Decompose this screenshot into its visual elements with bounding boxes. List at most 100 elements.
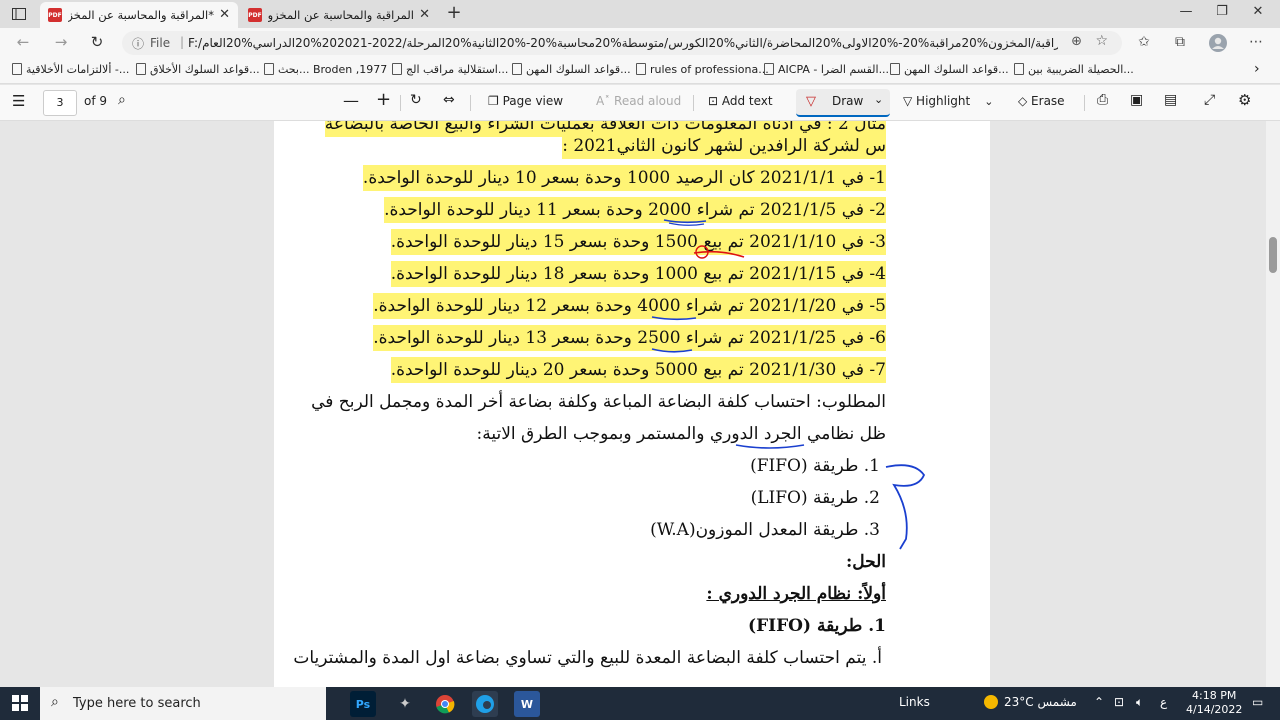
rotate-icon[interactable]: ↻ (410, 92, 422, 108)
read-aloud-button[interactable]: A˟ Read aloud (596, 94, 681, 108)
zoom-out-icon[interactable]: — (343, 91, 359, 110)
page-number-input[interactable]: 3 (43, 90, 77, 116)
chevron-up-icon[interactable]: ⌃ (1094, 695, 1104, 709)
zoom-in-icon[interactable]: + (376, 89, 391, 110)
print-icon[interactable]: ⎙ (1097, 92, 1108, 108)
url-scheme-label: File (150, 36, 171, 50)
date: 4/14/2022 (1186, 703, 1243, 716)
page-icon (636, 63, 646, 75)
vertical-scrollbar[interactable] (1266, 121, 1280, 687)
maximize-icon[interactable]: ❐ (1212, 4, 1232, 24)
tab-active-document[interactable]: PDF *المراقبة والمحاسبة عن المخزون ال.. … (40, 2, 238, 28)
bookmark-item[interactable]: rules of professiona... (636, 63, 769, 76)
add-text-icon: ⊡ (708, 94, 722, 108)
highlight-label: Highlight (916, 94, 971, 108)
minimize-icon[interactable]: — (1176, 4, 1196, 24)
bookmark-item[interactable]: استقلالية مراقب الج... (392, 63, 508, 76)
clock[interactable]: 4:18 PM 4/14/2022 (1186, 689, 1242, 717)
fit-width-icon[interactable]: ⇔ (443, 92, 455, 108)
back-arrow-icon[interactable]: ← (12, 33, 34, 53)
app-icon[interactable]: ✦ (392, 691, 418, 717)
taskbar-search-box[interactable]: ⌕ Type here to search (40, 687, 326, 720)
windows-start-icon[interactable] (12, 695, 28, 711)
tab-actions-icon[interactable] (8, 4, 30, 24)
info-icon[interactable]: ⓘ (132, 35, 144, 52)
contents-menu-icon[interactable]: ☰ (12, 92, 25, 110)
page-count: of 9 (84, 94, 108, 108)
pdf-icon: PDF (248, 8, 262, 22)
highlighter-icon: ▽ (903, 94, 917, 108)
chevron-down-icon[interactable]: ⌄ (874, 93, 883, 106)
settings-gear-icon[interactable]: ⚙ (1238, 91, 1251, 109)
document-viewer[interactable]: مثال 2 : في أدناه المعلومات ذات العلاقة … (0, 121, 1280, 687)
bookmark-item[interactable]: قواعد السلوك الأخلاق... (136, 63, 260, 76)
bookmark-item[interactable]: AICPA - القسم الضرا... (764, 63, 889, 76)
language-indicator[interactable]: ع (1160, 695, 1167, 709)
bookmark-item[interactable]: ألالتزامات الأخلاقية -... (12, 63, 129, 76)
favorite-star-icon[interactable]: ☆ (1095, 33, 1108, 49)
divider (693, 95, 694, 111)
refresh-icon[interactable]: ↻ (86, 33, 108, 53)
url-text[interactable]: F:/المحا...والمحا%20المراقبة/المخزون%20م… (188, 36, 1058, 50)
add-text-label: Add text (721, 94, 773, 108)
divider (400, 95, 401, 111)
new-tab-button[interactable]: + (444, 3, 464, 23)
chevron-down-icon[interactable]: ⌄ (984, 95, 993, 108)
edge-app-icon[interactable] (472, 691, 498, 717)
chrome-app-icon[interactable] (432, 691, 458, 717)
eraser-icon: ◇ (1018, 94, 1032, 108)
tab-document-2[interactable]: PDF المراقبة والمحاسبة عن المخزون ال.. ✕ (240, 2, 438, 28)
highlight-button[interactable]: ▽ Highlight ⌄ (903, 94, 993, 108)
bookmark-label: AICPA - القسم الضرا... (778, 63, 890, 76)
pdf-page[interactable]: مثال 2 : في أدناه المعلومات ذات العلاقة … (274, 121, 990, 687)
bookmark-item[interactable]: قواعد السلوك المهن... (890, 63, 1009, 76)
read-aloud-label: Read aloud (614, 94, 682, 108)
chevron-right-icon[interactable]: › (1254, 61, 1260, 77)
tab-strip: PDF *المراقبة والمحاسبة عن المخزون ال.. … (0, 0, 1280, 28)
save-icon[interactable]: ▣ (1130, 92, 1143, 108)
links-toolbar[interactable]: Links (899, 695, 930, 709)
favorites-icon[interactable]: ✩ (1134, 34, 1154, 54)
erase-button[interactable]: ◇ Erase (1018, 94, 1065, 108)
bookmarks-bar: الحصيلة الضريبية بين... قواعد السلوك الم… (0, 58, 1280, 84)
tab-title: *المراقبة والمحاسبة عن المخزون ال.. (68, 8, 214, 22)
sun-icon (984, 695, 998, 709)
close-icon[interactable]: ✕ (219, 7, 230, 22)
bookmark-item[interactable]: قواعد السلوك المهن... (512, 63, 631, 76)
ink-annotations (651, 219, 926, 550)
scrollbar-thumb[interactable] (1269, 237, 1277, 273)
pdf-icon: PDF (48, 8, 62, 22)
page-view-icon: ❐ (488, 94, 503, 108)
volume-icon[interactable]: 🔈︎ (1136, 695, 1143, 710)
bookmark-label: قواعد السلوك الأخلاق... (150, 63, 260, 76)
page-icon (512, 63, 522, 75)
profile-avatar[interactable] (1208, 34, 1228, 54)
notifications-icon[interactable]: ▭ (1252, 695, 1263, 709)
draw-button[interactable]: ▽ Draw ⌄ (796, 89, 890, 117)
add-text-button[interactable]: ⊡ Add text (708, 94, 773, 108)
weather-widget[interactable]: 23°C مشمس (984, 695, 1077, 709)
window-close-icon[interactable]: ✕ (1248, 4, 1268, 24)
zoom-icon[interactable]: ⊕ (1071, 34, 1082, 49)
tab-title: المراقبة والمحاسبة عن المخزون ال.. (268, 8, 414, 22)
page-view-button[interactable]: ❐ Page view (488, 94, 563, 108)
close-icon[interactable]: ✕ (419, 7, 430, 22)
bookmark-item[interactable]: بحث... Broden ,1977 (264, 63, 387, 76)
bookmark-item[interactable]: الحصيلة الضريبية بين... (1014, 63, 1134, 76)
photoshop-app-icon[interactable]: Ps (350, 691, 376, 717)
divider (1084, 95, 1085, 111)
search-placeholder: Type here to search (73, 696, 201, 711)
save-as-icon[interactable]: ▤ (1164, 92, 1177, 108)
weather-label: 23°C مشمس (1004, 695, 1077, 709)
word-app-icon[interactable]: W (514, 691, 540, 717)
collections-icon[interactable]: ⧉ (1170, 34, 1190, 54)
more-menu-icon[interactable]: ⋯ (1246, 34, 1266, 54)
search-icon[interactable]: ⌕ (118, 92, 126, 108)
network-icon[interactable]: ⊡ (1114, 695, 1124, 709)
url-field[interactable]: ⓘ File | F:/المحا...والمحا%20المراقبة/ال… (122, 31, 1122, 55)
search-icon: ⌕ (51, 694, 59, 710)
page-icon (264, 63, 274, 75)
forward-arrow-icon[interactable]: → (50, 33, 72, 53)
url-separator: | (180, 35, 185, 49)
fullscreen-icon[interactable]: ⤢ (1204, 92, 1215, 108)
